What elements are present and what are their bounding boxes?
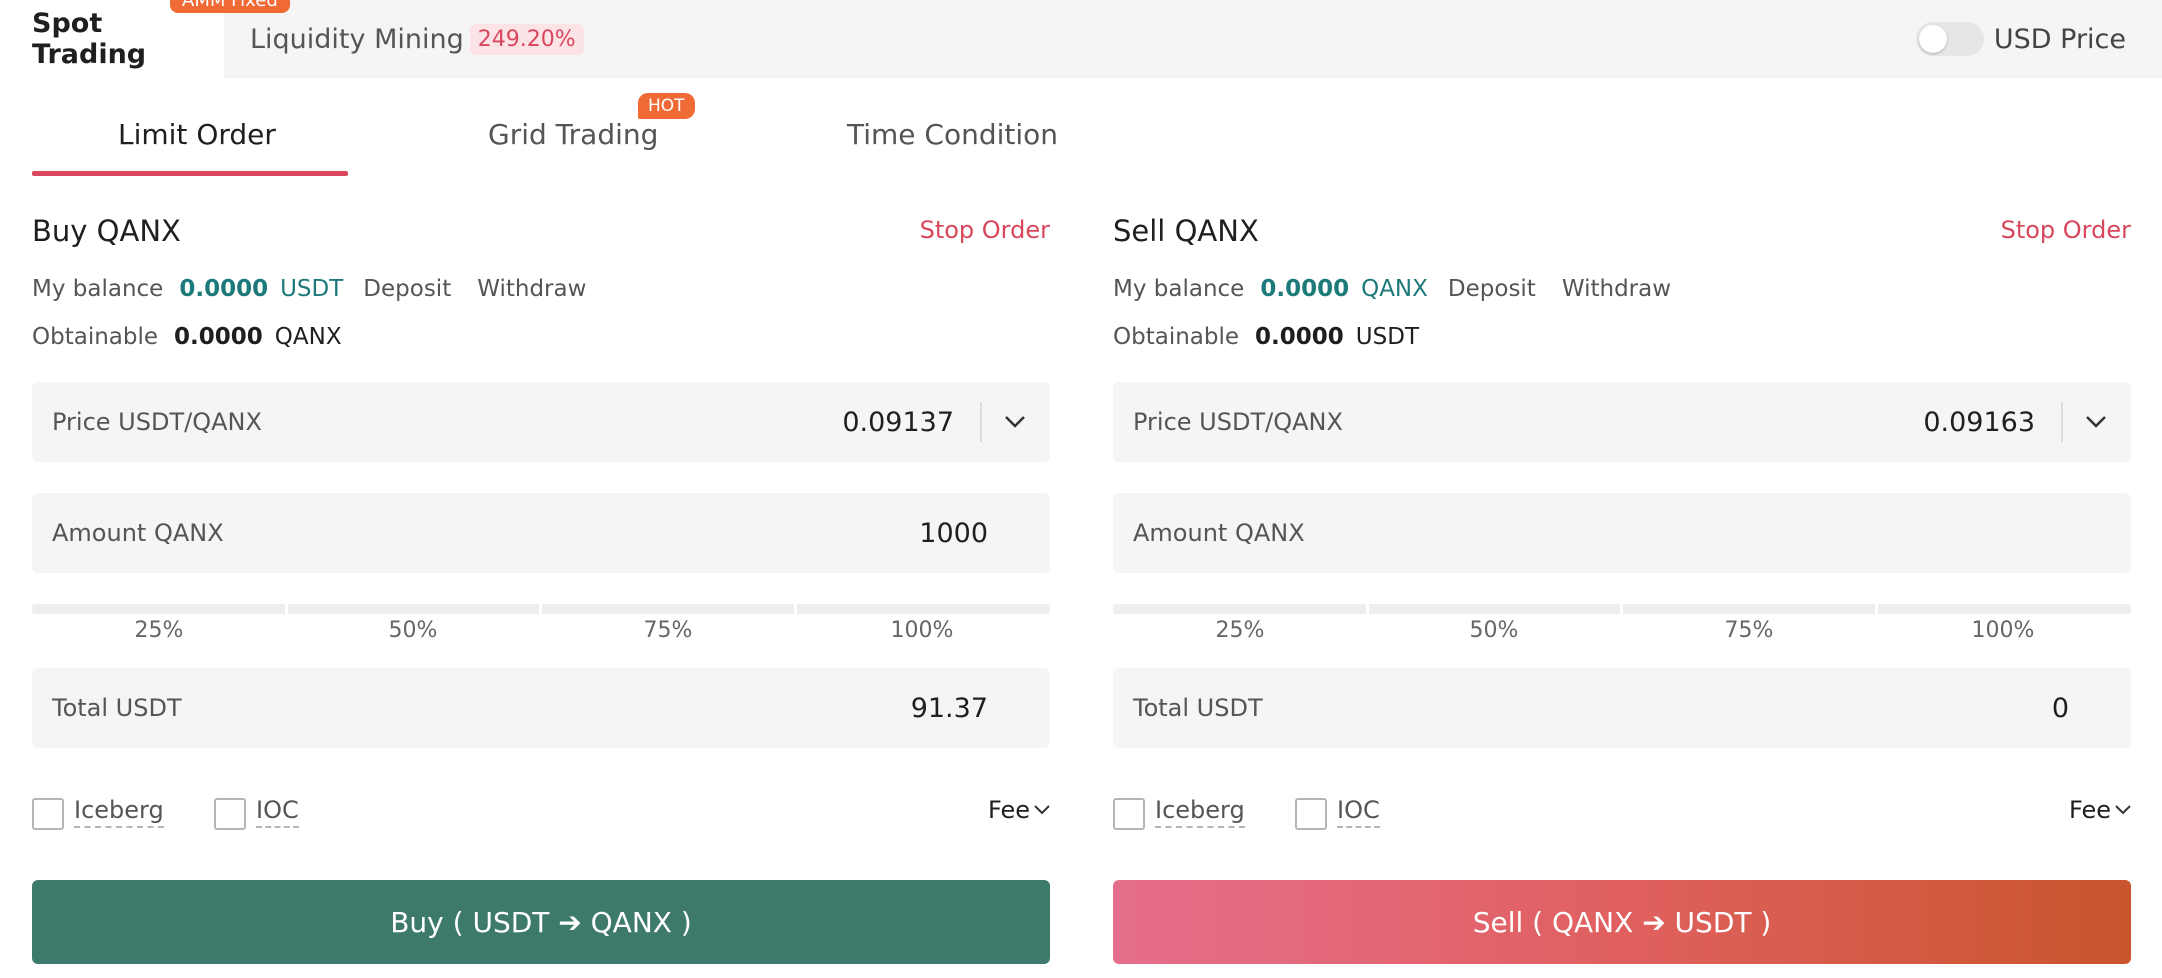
iceberg-label[interactable]: Iceberg bbox=[74, 796, 164, 828]
chevron-down-icon[interactable] bbox=[2081, 407, 2111, 437]
percent-25[interactable]: 25% bbox=[135, 618, 184, 643]
fee-dropdown[interactable]: Fee bbox=[2069, 796, 2131, 824]
withdraw-link[interactable]: Withdraw bbox=[1562, 276, 1671, 302]
total-value[interactable]: 91.37 bbox=[911, 693, 988, 724]
total-label: Total USDT bbox=[1133, 694, 1263, 722]
sell-obtainable-row: Obtainable 0.0000 USDT bbox=[1113, 324, 1419, 350]
percent-100[interactable]: 100% bbox=[891, 618, 954, 643]
slider-tick bbox=[1875, 604, 1878, 614]
total-value[interactable]: 0 bbox=[2052, 693, 2069, 724]
chevron-down-icon bbox=[1034, 805, 1050, 815]
ioc-label[interactable]: IOC bbox=[1337, 796, 1380, 828]
balance-value: 0.0000 bbox=[179, 276, 269, 302]
tab-grid-trading[interactable]: Grid Trading bbox=[488, 118, 658, 151]
percent-100[interactable]: 100% bbox=[1972, 618, 2035, 643]
price-label: Price USDT/QANX bbox=[52, 408, 262, 436]
sell-percent-slider[interactable] bbox=[1113, 604, 2131, 614]
sell-stop-order-link[interactable]: Stop Order bbox=[2001, 216, 2131, 244]
top-tab-bar: Spot Trading AMM Fixed Liquidity Mining … bbox=[0, 0, 2162, 78]
obtainable-value: 0.0000 bbox=[1255, 324, 1344, 350]
balance-unit: USDT bbox=[280, 276, 344, 302]
slider-tick bbox=[1620, 604, 1623, 614]
sell-price-field[interactable]: Price USDT/QANX 0.09163 bbox=[1113, 382, 2131, 462]
balance-value: 0.0000 bbox=[1260, 276, 1350, 302]
buy-stop-order-link[interactable]: Stop Order bbox=[920, 216, 1050, 244]
amount-label: Amount QANX bbox=[1133, 519, 1305, 547]
sell-options-row: Iceberg IOC Fee bbox=[1113, 796, 2131, 832]
usd-price-label: USD Price bbox=[1993, 23, 2126, 55]
chevron-down-icon bbox=[2115, 805, 2131, 815]
withdraw-link[interactable]: Withdraw bbox=[477, 276, 586, 302]
active-tab-underline bbox=[32, 171, 348, 176]
iceberg-checkbox[interactable] bbox=[32, 798, 64, 830]
sell-total-field[interactable]: Total USDT 0 bbox=[1113, 668, 2131, 748]
buy-title: Buy QANX bbox=[32, 214, 181, 248]
price-value[interactable]: 0.09163 bbox=[1923, 407, 2035, 438]
tab-liquidity-mining-label: Liquidity Mining bbox=[250, 23, 464, 55]
fee-dropdown[interactable]: Fee bbox=[988, 796, 1050, 824]
divider bbox=[980, 402, 982, 442]
ioc-label[interactable]: IOC bbox=[256, 796, 299, 828]
amount-value[interactable]: 1000 bbox=[919, 518, 988, 549]
obtainable-label: Obtainable bbox=[1113, 324, 1240, 350]
slider-tick bbox=[794, 604, 797, 614]
iceberg-label[interactable]: Iceberg bbox=[1155, 796, 1245, 828]
tab-spot-trading-label: Spot Trading bbox=[32, 8, 147, 70]
total-label: Total USDT bbox=[52, 694, 182, 722]
sell-amount-field[interactable]: Amount QANX bbox=[1113, 493, 2131, 573]
buy-balance-row: My balance 0.0000 USDT Deposit Withdraw bbox=[32, 276, 586, 302]
buy-percent-slider[interactable] bbox=[32, 604, 1050, 614]
usd-price-switch[interactable] bbox=[1915, 22, 1984, 56]
buy-options-row: Iceberg IOC Fee bbox=[32, 796, 1050, 832]
buy-button[interactable]: Buy ( USDT ➔ QANX ) bbox=[32, 880, 1050, 964]
deposit-link[interactable]: Deposit bbox=[1448, 276, 1536, 302]
chevron-down-icon[interactable] bbox=[1000, 407, 1030, 437]
ioc-checkbox[interactable] bbox=[1295, 798, 1327, 830]
sell-title: Sell QANX bbox=[1113, 214, 1259, 248]
sell-percent-labels: 25% 50% 75% 100% bbox=[1113, 618, 2131, 648]
balance-label: My balance bbox=[1113, 276, 1245, 302]
sell-button[interactable]: Sell ( QANX ➔ USDT ) bbox=[1113, 880, 2131, 964]
buy-total-field[interactable]: Total USDT 91.37 bbox=[32, 668, 1050, 748]
hot-badge: HOT bbox=[638, 93, 695, 119]
slider-tick bbox=[285, 604, 288, 614]
tab-liquidity-mining[interactable]: Liquidity Mining 249.20% bbox=[250, 0, 584, 78]
fee-label: Fee bbox=[987, 796, 1030, 824]
percent-75[interactable]: 75% bbox=[1725, 618, 1774, 643]
buy-price-field[interactable]: Price USDT/QANX 0.09137 bbox=[32, 382, 1050, 462]
percent-75[interactable]: 75% bbox=[644, 618, 693, 643]
deposit-link[interactable]: Deposit bbox=[363, 276, 451, 302]
sell-balance-row: My balance 0.0000 QANX Deposit Withdraw bbox=[1113, 276, 1671, 302]
amount-label: Amount QANX bbox=[52, 519, 224, 547]
liquidity-apy-badge: 249.20% bbox=[469, 23, 584, 55]
obtainable-value: 0.0000 bbox=[174, 324, 263, 350]
obtainable-unit: USDT bbox=[1355, 324, 1419, 350]
ioc-checkbox[interactable] bbox=[214, 798, 246, 830]
price-label: Price USDT/QANX bbox=[1133, 408, 1343, 436]
fee-label: Fee bbox=[2068, 796, 2111, 824]
obtainable-label: Obtainable bbox=[32, 324, 159, 350]
balance-label: My balance bbox=[32, 276, 164, 302]
slider-tick bbox=[1366, 604, 1369, 614]
percent-25[interactable]: 25% bbox=[1216, 618, 1265, 643]
switch-knob bbox=[1918, 25, 1947, 53]
percent-50[interactable]: 50% bbox=[1470, 618, 1519, 643]
obtainable-unit: QANX bbox=[274, 324, 342, 350]
iceberg-checkbox[interactable] bbox=[1113, 798, 1145, 830]
slider-tick bbox=[539, 604, 542, 614]
percent-50[interactable]: 50% bbox=[389, 618, 438, 643]
tab-time-condition[interactable]: Time Condition bbox=[847, 118, 1058, 151]
price-value[interactable]: 0.09137 bbox=[842, 407, 954, 438]
buy-percent-labels: 25% 50% 75% 100% bbox=[32, 618, 1050, 648]
buy-obtainable-row: Obtainable 0.0000 QANX bbox=[32, 324, 342, 350]
buy-amount-field[interactable]: Amount QANX 1000 bbox=[32, 493, 1050, 573]
tab-limit-order[interactable]: Limit Order bbox=[118, 118, 276, 151]
balance-unit: QANX bbox=[1361, 276, 1428, 302]
usd-price-toggle[interactable]: USD Price bbox=[1915, 0, 2126, 78]
divider bbox=[2061, 402, 2063, 442]
